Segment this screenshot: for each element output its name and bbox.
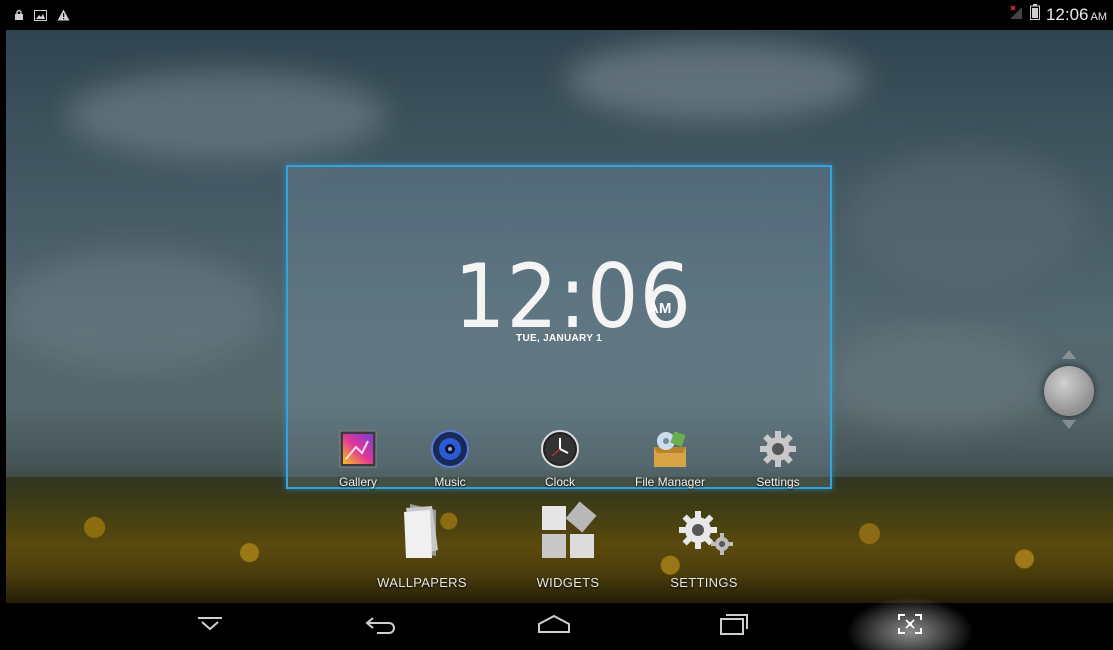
file-manager-icon xyxy=(650,429,690,469)
settings-button[interactable]: SETTINGS xyxy=(644,500,764,590)
app-label: File Manager xyxy=(634,475,706,489)
down-arrow-icon xyxy=(1062,420,1076,429)
app-settings[interactable]: Settings xyxy=(730,429,826,489)
hide-keyboard-button[interactable] xyxy=(170,603,250,650)
lock-icon xyxy=(14,8,24,26)
status-time: 12:06 xyxy=(1045,4,1089,24)
warning-icon xyxy=(57,8,70,26)
status-ampm: AM xyxy=(1090,10,1108,23)
no-signal-icon xyxy=(1008,4,1024,25)
navigation-bar xyxy=(0,597,1113,650)
home-button[interactable] xyxy=(514,603,594,650)
widgets-label: WIDGETS xyxy=(536,575,600,590)
widget-clock-date: TUE, JANUARY 1 xyxy=(516,333,602,344)
screenshot-button[interactable] xyxy=(870,603,950,650)
app-label: Settings xyxy=(756,475,800,489)
settings-icon xyxy=(758,429,798,469)
widgets-button[interactable]: WIDGETS xyxy=(508,500,628,590)
recent-apps-button[interactable] xyxy=(694,603,774,650)
wallpapers-label: WALLPAPERS xyxy=(377,575,467,590)
homescreen-page-preview[interactable]: 12:06 AM TUE, JANUARY 1 Gallery Music Cl… xyxy=(286,165,832,489)
hide-keyboard-icon xyxy=(196,616,224,637)
back-button[interactable] xyxy=(342,603,422,650)
status-bar: 12:06 AM xyxy=(0,0,1113,30)
app-file-manager[interactable]: File Manager xyxy=(622,429,718,489)
app-label: Music xyxy=(434,475,466,489)
clock-icon xyxy=(540,429,580,469)
back-icon xyxy=(365,614,399,639)
app-gallery[interactable]: Gallery xyxy=(310,429,406,489)
music-icon xyxy=(430,429,470,469)
app-clock[interactable]: Clock xyxy=(512,429,608,489)
app-music[interactable]: Music xyxy=(402,429,498,489)
image-notification-icon xyxy=(34,8,47,26)
settings-label: SETTINGS xyxy=(670,575,738,590)
app-label: Gallery xyxy=(338,475,377,489)
app-shortcut-row: Gallery Music Clock File Manager Setting… xyxy=(288,429,830,489)
screenshot-icon xyxy=(898,614,922,639)
widget-clock-ampm: AM xyxy=(648,300,672,317)
up-arrow-icon xyxy=(1062,350,1076,359)
battery-icon xyxy=(1029,4,1040,25)
widgets-icon xyxy=(538,501,598,566)
recents-icon xyxy=(719,613,749,640)
status-clock: 12:06 AM xyxy=(1046,5,1107,25)
settings-gears-icon xyxy=(674,511,734,566)
home-icon xyxy=(537,614,571,639)
gallery-icon xyxy=(338,429,378,469)
app-label: Clock xyxy=(544,475,575,489)
floating-assist-handle[interactable] xyxy=(1044,366,1094,416)
wallpapers-button[interactable]: WALLPAPERS xyxy=(362,500,482,590)
wallpapers-icon xyxy=(392,504,452,566)
